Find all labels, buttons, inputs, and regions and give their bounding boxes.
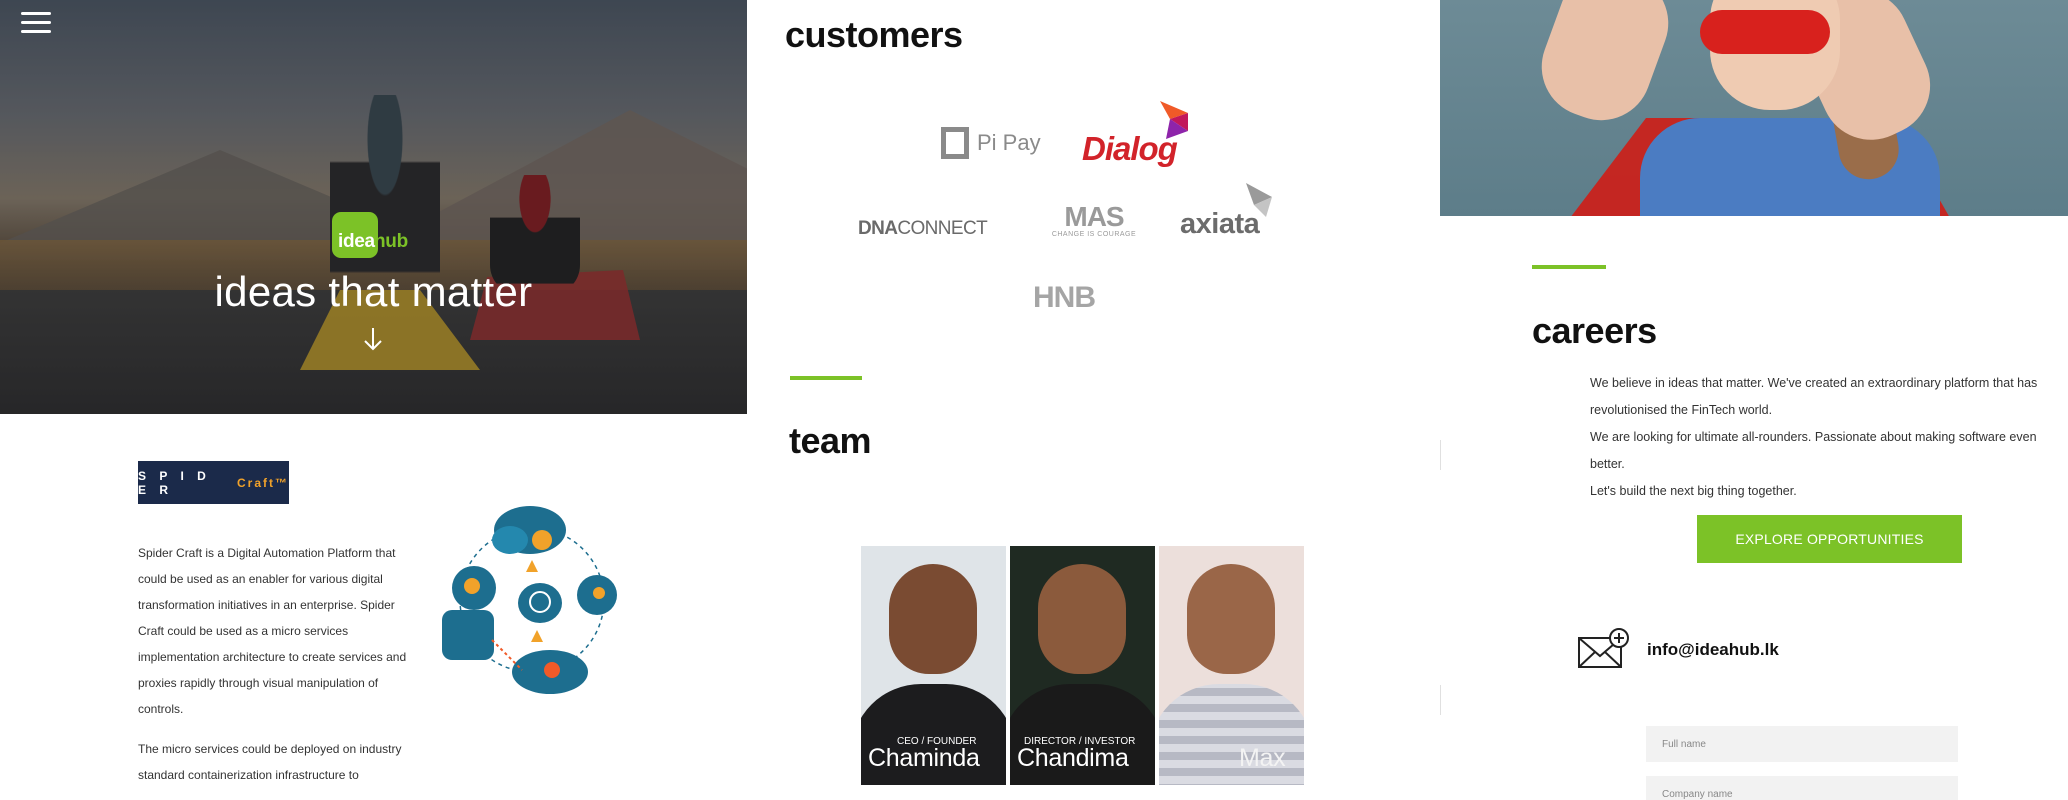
team-member-name: Max [1239,744,1286,772]
team-member-photo [1187,564,1275,674]
mas-logo: MAS CHANGE IS COURAGE [1049,201,1139,239]
spidercraft-logo-spider: S P I D E R [138,468,211,497]
team-member-photo [889,564,977,674]
spidercraft-paragraph: Spider Craft is a Digital Automation Pla… [138,546,407,716]
dialog-mark-icon [1160,101,1188,139]
ideahub-logo: idea hub [330,212,430,262]
careers-accent-bar [1532,265,1606,269]
spidercraft-description: Spider Craft is a Digital Automation Pla… [138,540,418,800]
panel-divider [1440,440,1441,470]
pipay-logo: Pi Pay [941,126,1041,160]
panel-divider [1440,685,1441,715]
spidercraft-logo-craft: Craft™ [236,475,289,490]
arrow-down-icon[interactable] [362,326,384,352]
ideahub-logo-idea: idea [338,231,375,252]
automation-cloud-illustration [442,506,617,694]
hero-title: ideas that matter [214,268,533,315]
team-heading: team [789,420,872,461]
hnb-logo: HNB [1033,281,1096,314]
careers-description: We believe in ideas that matter. We've c… [1590,370,2068,505]
pipay-logo-text: Pi Pay [977,130,1041,155]
girl-arm [1527,0,1683,135]
team-accent-bar [790,376,862,380]
superhero-girl-image [1440,0,2068,216]
dnaconnect-logo: DNACONNECT [858,218,988,240]
careers-line: We believe in ideas that matter. We've c… [1590,376,2038,417]
team-member-photo [1038,564,1126,674]
ideahub-logo-hub: hub [374,231,408,252]
spidercraft-logo: S P I D E R Craft™ [138,461,289,504]
careers-heading: careers [1532,310,1657,351]
team-card-max[interactable]: Max [1159,546,1304,785]
pipay-mark-icon [941,127,969,159]
explore-opportunities-button[interactable]: EXPLORE OPPORTUNITIES [1697,515,1962,563]
mas-logo-tagline: CHANGE IS COURAGE [1051,231,1137,238]
team-member-name: Chaminda [868,744,980,772]
mail-add-icon [1578,628,1629,668]
girl-mask [1700,10,1830,54]
company-name-field[interactable] [1646,776,1958,800]
customers-heading: customers [785,14,963,55]
full-name-field[interactable] [1646,726,1958,762]
hamburger-menu-icon[interactable] [21,12,51,34]
dnaconnect-logo-bold: DNA [858,218,898,239]
team-card-chaminda[interactable]: CEO / FOUNDER Chaminda [861,546,1006,785]
mas-logo-text: MAS [1064,201,1124,232]
careers-line: Let's build the next big thing together. [1590,484,1797,498]
hero-banner: idea hub ideas that matter [0,0,747,414]
careers-line: We are looking for ultimate all-rounders… [1590,430,2037,471]
team-member-name: Chandima [1017,744,1129,772]
team-card-chandima[interactable]: DIRECTOR / INVESTOR Chandima [1010,546,1155,785]
axiata-mark-icon [1246,183,1272,217]
dnaconnect-logo-thin: CONNECT [897,218,988,239]
spidercraft-paragraph: The micro services could be deployed on … [138,742,402,782]
contact-email-link[interactable]: info@ideahub.lk [1647,640,1779,660]
